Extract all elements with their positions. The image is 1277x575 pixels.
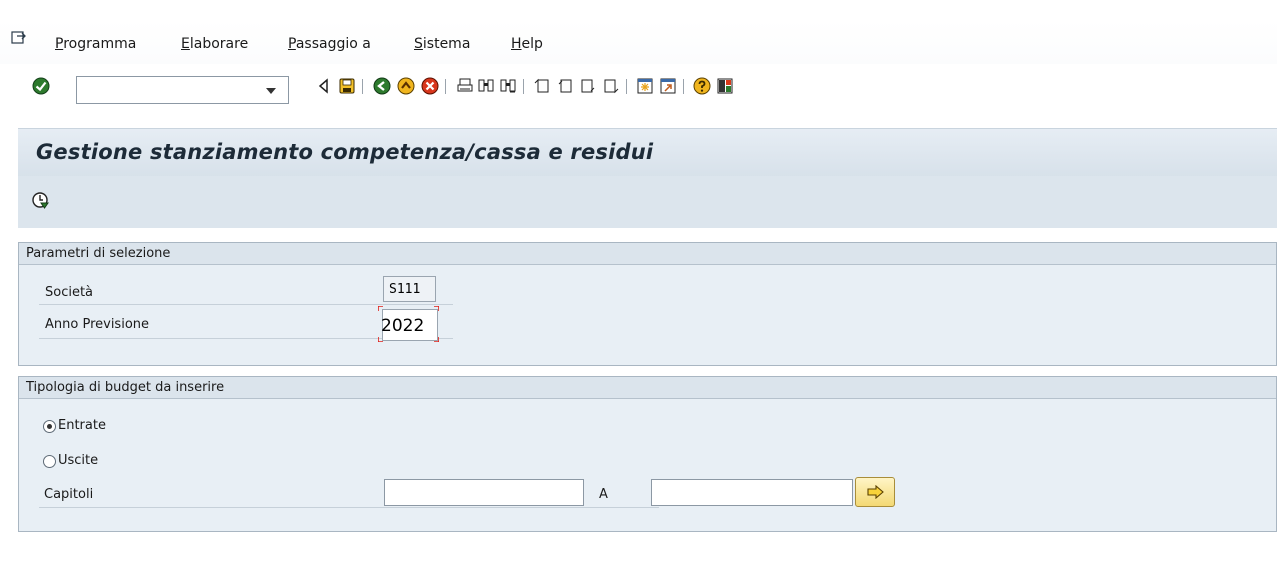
selection-parameters-group: Parametri di selezione Società S111 Anno… bbox=[18, 242, 1277, 366]
find-next-icon[interactable] bbox=[499, 77, 517, 95]
execute-icon[interactable] bbox=[31, 191, 51, 211]
menu-elaborare[interactable]: Elaborare bbox=[181, 36, 248, 52]
find-icon[interactable] bbox=[477, 77, 495, 95]
page-title: Gestione stanziamento competenza/cassa e… bbox=[36, 140, 654, 164]
radio-entrate[interactable] bbox=[43, 420, 56, 433]
company-field: S111 bbox=[383, 276, 436, 302]
last-page-icon[interactable] bbox=[602, 77, 620, 95]
save-icon[interactable] bbox=[338, 77, 356, 95]
menu-expand-icon[interactable] bbox=[11, 31, 27, 45]
help-icon[interactable] bbox=[693, 77, 711, 95]
enter-check-icon[interactable] bbox=[32, 77, 50, 95]
menu-sistema[interactable]: Sistema bbox=[414, 36, 470, 52]
chapters-label: Capitoli bbox=[44, 487, 94, 502]
back-arrow-icon[interactable] bbox=[315, 77, 333, 95]
company-label: Società bbox=[45, 285, 94, 300]
menu-bar: Programma Elaborare Passaggio a Sistema … bbox=[0, 0, 1277, 64]
chapters-to-field[interactable] bbox=[651, 479, 853, 506]
group-title-selection: Parametri di selezione bbox=[26, 246, 171, 261]
menu-help[interactable]: Help bbox=[511, 36, 543, 52]
menu-programma[interactable]: Programma bbox=[55, 36, 136, 52]
group-title-budget: Tipologia di budget da inserire bbox=[26, 380, 225, 395]
to-label: A bbox=[599, 487, 608, 502]
radio-uscite-label[interactable]: Uscite bbox=[58, 453, 98, 468]
exit-icon[interactable] bbox=[397, 77, 415, 95]
year-field[interactable]: 2022 bbox=[381, 309, 438, 341]
back-icon[interactable] bbox=[373, 77, 391, 95]
chapters-from-field[interactable] bbox=[384, 479, 584, 506]
radio-entrate-label[interactable]: Entrate bbox=[58, 418, 106, 433]
layout-icon[interactable] bbox=[716, 77, 734, 95]
previous-page-icon[interactable] bbox=[556, 77, 574, 95]
command-field[interactable] bbox=[76, 76, 289, 104]
command-dropdown-icon[interactable] bbox=[265, 85, 277, 95]
radio-uscite[interactable] bbox=[43, 455, 56, 468]
budget-type-group: Tipologia di budget da inserire Entrate … bbox=[18, 376, 1277, 532]
first-page-icon[interactable] bbox=[533, 77, 551, 95]
cancel-icon[interactable] bbox=[421, 77, 439, 95]
arrow-right-icon bbox=[867, 485, 884, 499]
title-bar: Gestione stanziamento competenza/cassa e… bbox=[18, 128, 1277, 177]
shortcut-icon[interactable] bbox=[659, 77, 677, 95]
next-page-icon[interactable] bbox=[579, 77, 597, 95]
menu-passaggio-a[interactable]: Passaggio a bbox=[288, 36, 371, 52]
application-toolbar bbox=[18, 176, 1277, 228]
create-session-icon[interactable] bbox=[636, 77, 654, 95]
year-label: Anno Previsione bbox=[45, 317, 150, 332]
print-icon[interactable] bbox=[456, 77, 474, 95]
multiple-selection-button[interactable] bbox=[855, 477, 895, 507]
